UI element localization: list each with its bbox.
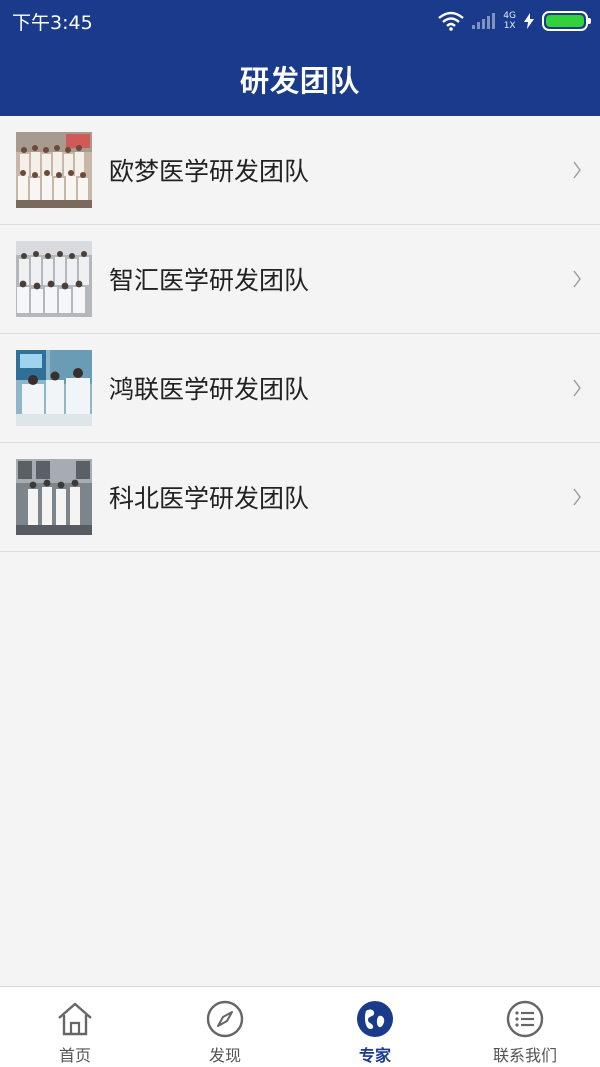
network-secondary: 1X bbox=[503, 21, 516, 31]
tab-home[interactable]: 首页 bbox=[0, 987, 150, 1067]
team-list-item[interactable]: 智汇医学研发团队 bbox=[0, 225, 600, 334]
list-icon bbox=[506, 1000, 544, 1038]
team-list-item[interactable]: 科北医学研发团队 bbox=[0, 443, 600, 552]
team-list-item[interactable]: 欧梦医学研发团队 bbox=[0, 116, 600, 225]
network-primary: 4G bbox=[503, 11, 516, 21]
home-icon bbox=[58, 1002, 92, 1036]
chevron-right-icon bbox=[573, 488, 581, 506]
globe-icon bbox=[357, 1001, 393, 1037]
team-name: 智汇医学研发团队 bbox=[109, 266, 310, 295]
tab-label: 联系我们 bbox=[492, 1046, 557, 1065]
team-photo-icon bbox=[16, 350, 92, 426]
battery-fill bbox=[546, 15, 584, 27]
team-list-item[interactable]: 鸿联医学研发团队 bbox=[0, 334, 600, 443]
tab-label: 发现 bbox=[208, 1046, 241, 1065]
tab-label: 专家 bbox=[358, 1046, 391, 1065]
wifi-icon bbox=[438, 11, 465, 31]
battery-icon bbox=[542, 11, 591, 31]
bottom-tab-bar: 首页 发现 专家 联系我们 bbox=[0, 986, 600, 1067]
team-name: 科北医学研发团队 bbox=[109, 484, 310, 513]
team-photo-icon bbox=[16, 241, 92, 317]
app-header: 研发团队 bbox=[0, 42, 600, 116]
status-bar: 下午3:45 4G 1X bbox=[0, 0, 600, 42]
tab-discover[interactable]: 发现 bbox=[150, 987, 300, 1067]
chevron-right-icon bbox=[573, 379, 581, 397]
compass-icon bbox=[206, 1000, 244, 1038]
signal-icon bbox=[472, 13, 496, 29]
team-name: 欧梦医学研发团队 bbox=[109, 157, 310, 186]
tab-label: 首页 bbox=[58, 1046, 91, 1065]
team-name: 鸿联医学研发团队 bbox=[109, 375, 310, 404]
status-indicators: 4G 1X bbox=[438, 11, 591, 31]
network-type-label: 4G 1X bbox=[503, 11, 516, 31]
team-list: 欧梦医学研发团队 智汇医学研发团队 鸿联医学研发团队 科北医学研发团队 bbox=[0, 116, 600, 552]
tab-contact[interactable]: 联系我们 bbox=[450, 987, 600, 1067]
team-photo-icon bbox=[16, 132, 92, 208]
charging-bolt-icon bbox=[524, 13, 534, 29]
chevron-right-icon bbox=[573, 270, 581, 288]
team-photo-icon bbox=[16, 459, 92, 535]
tab-experts[interactable]: 专家 bbox=[300, 987, 450, 1067]
chevron-right-icon bbox=[573, 161, 581, 179]
page-title: 研发团队 bbox=[239, 64, 360, 98]
status-time: 下午3:45 bbox=[12, 11, 93, 34]
